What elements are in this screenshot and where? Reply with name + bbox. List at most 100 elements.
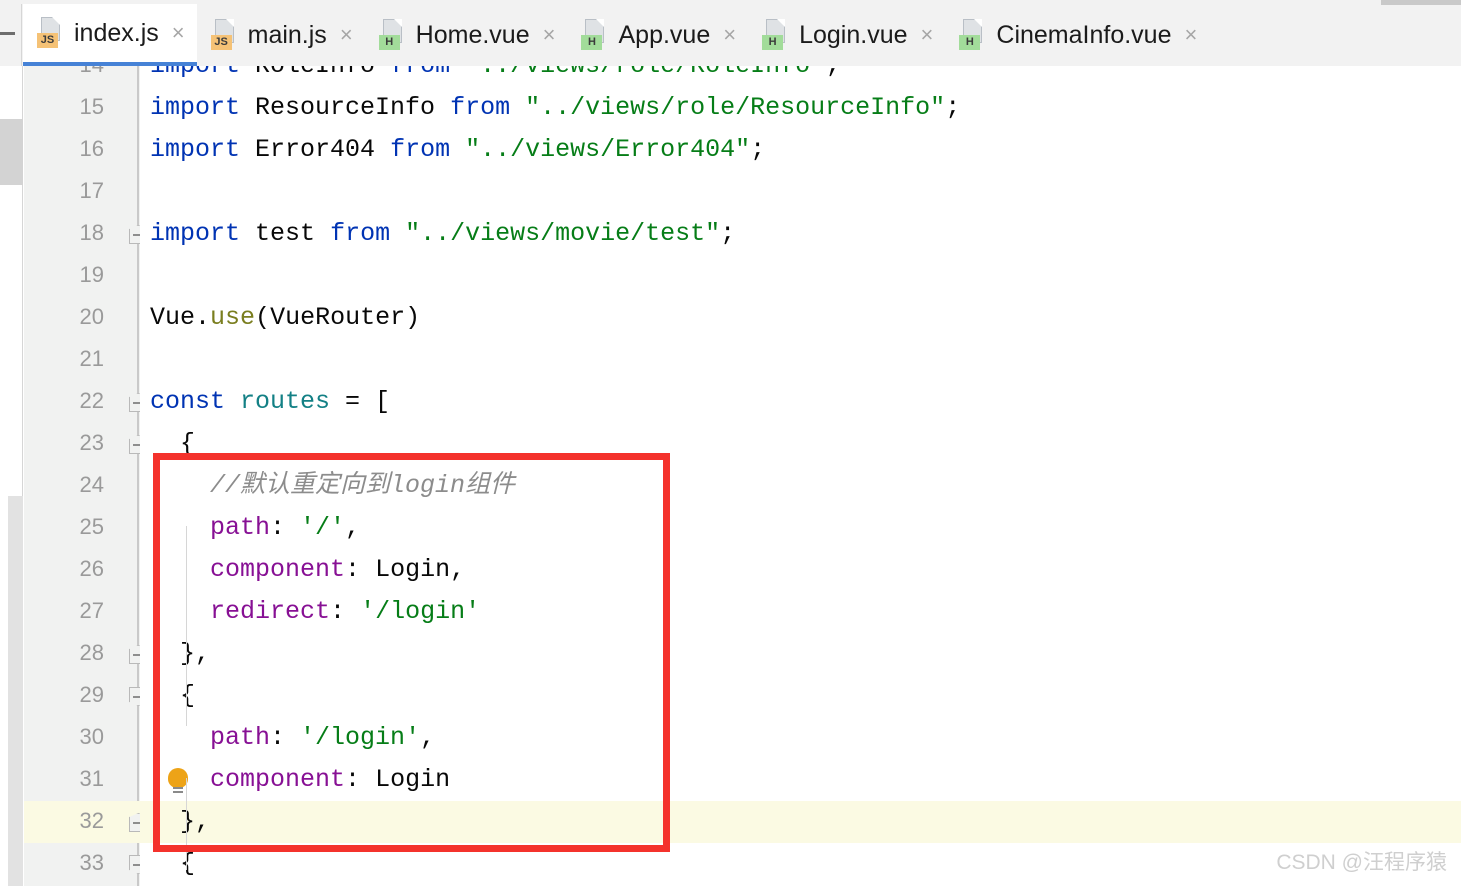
- editor-left-rail[interactable]: [0, 66, 23, 886]
- code-line[interactable]: [140, 339, 1461, 381]
- gutter-line[interactable]: 28: [24, 633, 140, 675]
- code-line[interactable]: {: [140, 423, 1461, 465]
- gutter-line[interactable]: 32: [24, 801, 140, 843]
- gutter-line[interactable]: 29: [24, 675, 140, 717]
- file-type-badge: JS: [210, 35, 232, 50]
- tab-close-icon[interactable]: ×: [172, 22, 185, 44]
- gutter-line[interactable]: 27: [24, 591, 140, 633]
- tab-close-icon[interactable]: ×: [543, 24, 556, 46]
- file-type-badge: H: [581, 35, 603, 50]
- vue-file-icon: H: [762, 19, 790, 51]
- scrollbar-thumb-upper[interactable]: [0, 119, 23, 185]
- tab-cinemainfo-vue[interactable]: H CinemaInfo.vue ×: [945, 4, 1209, 66]
- code-line[interactable]: import test from "../views/movie/test";: [140, 213, 1461, 255]
- gutter-line[interactable]: 17: [24, 171, 140, 213]
- file-icon-corner: [974, 19, 983, 27]
- gutter-line[interactable]: 22: [24, 381, 140, 423]
- code-line[interactable]: },: [140, 801, 1461, 843]
- gutter-line[interactable]: 31: [24, 759, 140, 801]
- gutter-line[interactable]: 30: [24, 717, 140, 759]
- tab-main-js[interactable]: JS main.js ×: [197, 4, 365, 66]
- code-line[interactable]: //默认重定向到login组件: [140, 465, 1461, 507]
- code-line[interactable]: [140, 171, 1461, 213]
- line-number-gutter[interactable]: 14 15 16 17 18 19 20 21 22 23 24 25 26 27 28 29 30 31 32 33: [24, 66, 148, 886]
- tab-close-icon[interactable]: ×: [340, 24, 353, 46]
- code-content[interactable]: import RoleInfo from "../views/role/Role…: [140, 66, 1461, 886]
- collapse-dash-icon[interactable]: [0, 32, 15, 35]
- code-line[interactable]: const routes = [: [140, 381, 1461, 423]
- gutter-line[interactable]: 21: [24, 339, 140, 381]
- line-number: 30: [79, 724, 104, 749]
- gutter-line[interactable]: 19: [24, 255, 140, 297]
- line-number: 16: [79, 136, 104, 161]
- code-line[interactable]: import RoleInfo from "../views/role/Role…: [140, 66, 1461, 87]
- gutter-line[interactable]: 18: [24, 213, 140, 255]
- line-number: 33: [79, 850, 104, 875]
- code-line[interactable]: Vue.use(VueRouter): [140, 297, 1461, 339]
- line-number: 31: [79, 766, 104, 791]
- tab-close-icon[interactable]: ×: [1185, 24, 1198, 46]
- code-line[interactable]: },: [140, 633, 1461, 675]
- gutter-line[interactable]: 24: [24, 465, 140, 507]
- code-line-text: },: [150, 807, 211, 836]
- code-line[interactable]: redirect: '/login': [140, 591, 1461, 633]
- code-editor[interactable]: 14 15 16 17 18 19 20 21 22 23 24 25 26 27 28 29 30 31 32 33…: [0, 66, 1461, 886]
- vue-file-icon: H: [378, 19, 407, 51]
- tab-list: JS index.js × JS main.js × H Home.vue × H App.vue ×…: [23, 4, 1209, 66]
- line-number: 25: [79, 514, 104, 539]
- code-line-text: import test from "../views/movie/test";: [150, 219, 736, 248]
- tab-label: CinemaInfo.vue: [996, 20, 1172, 49]
- code-line-text: const routes = [: [150, 387, 391, 416]
- code-line-text: },: [150, 639, 211, 668]
- indent-guide: [186, 526, 187, 726]
- javascript-file-icon: JS: [37, 17, 65, 49]
- line-number: 18: [79, 220, 104, 245]
- code-line-text: import ResourceInfo from "../views/role/…: [150, 93, 961, 122]
- code-line[interactable]: component: Login,: [140, 549, 1461, 591]
- tab-close-icon[interactable]: ×: [723, 24, 736, 46]
- tab-app-vue[interactable]: H App.vue ×: [567, 4, 748, 66]
- code-line[interactable]: import Error404 from "../views/Error404"…: [140, 129, 1461, 171]
- code-line[interactable]: {: [140, 843, 1461, 885]
- gutter-line[interactable]: 26: [24, 549, 140, 591]
- line-number: 23: [79, 430, 104, 455]
- tab-close-icon[interactable]: ×: [921, 24, 934, 46]
- gutter-line[interactable]: 20: [24, 297, 140, 339]
- tabbar-left-gutter: [0, 4, 22, 66]
- code-line-text: {: [150, 429, 196, 458]
- line-number: 21: [79, 346, 104, 371]
- code-line[interactable]: [140, 255, 1461, 297]
- gutter-line[interactable]: 23: [24, 423, 140, 465]
- window-top-sliver: [1381, 0, 1461, 5]
- indent-guide: [186, 778, 187, 870]
- line-number: 22: [79, 388, 104, 413]
- tab-login-vue[interactable]: H Login.vue ×: [748, 4, 945, 66]
- line-number: 32: [79, 808, 104, 833]
- code-line[interactable]: path: '/',: [140, 507, 1461, 549]
- file-icon-corner: [393, 19, 402, 27]
- tab-home-vue[interactable]: H Home.vue ×: [365, 4, 568, 66]
- scrollbar-thumb-lower[interactable]: [8, 496, 23, 886]
- tab-label: main.js: [247, 20, 327, 49]
- code-line[interactable]: {: [140, 675, 1461, 717]
- bulb-glass: [168, 768, 188, 788]
- gutter-line[interactable]: 33: [24, 843, 140, 885]
- tab-label: Login.vue: [799, 20, 908, 49]
- code-line[interactable]: component: Login: [140, 759, 1461, 801]
- gutter-line[interactable]: 15: [24, 87, 140, 129]
- code-line-text: //默认重定向到login组件: [210, 471, 516, 500]
- gutter-line[interactable]: 14: [24, 66, 140, 87]
- gutter-line[interactable]: 25: [24, 507, 140, 549]
- code-line[interactable]: import ResourceInfo from "../views/role/…: [140, 87, 1461, 129]
- code-line-text: Vue.use(VueRouter): [150, 303, 421, 332]
- file-type-badge: H: [762, 35, 784, 50]
- line-number: 17: [79, 178, 104, 203]
- file-icon-corner: [777, 19, 786, 27]
- vue-file-icon: H: [581, 19, 609, 51]
- gutter-line[interactable]: 16: [24, 129, 140, 171]
- line-number: 19: [79, 262, 104, 287]
- tab-index-js[interactable]: JS index.js ×: [23, 4, 197, 66]
- code-line[interactable]: path: '/login',: [140, 717, 1461, 759]
